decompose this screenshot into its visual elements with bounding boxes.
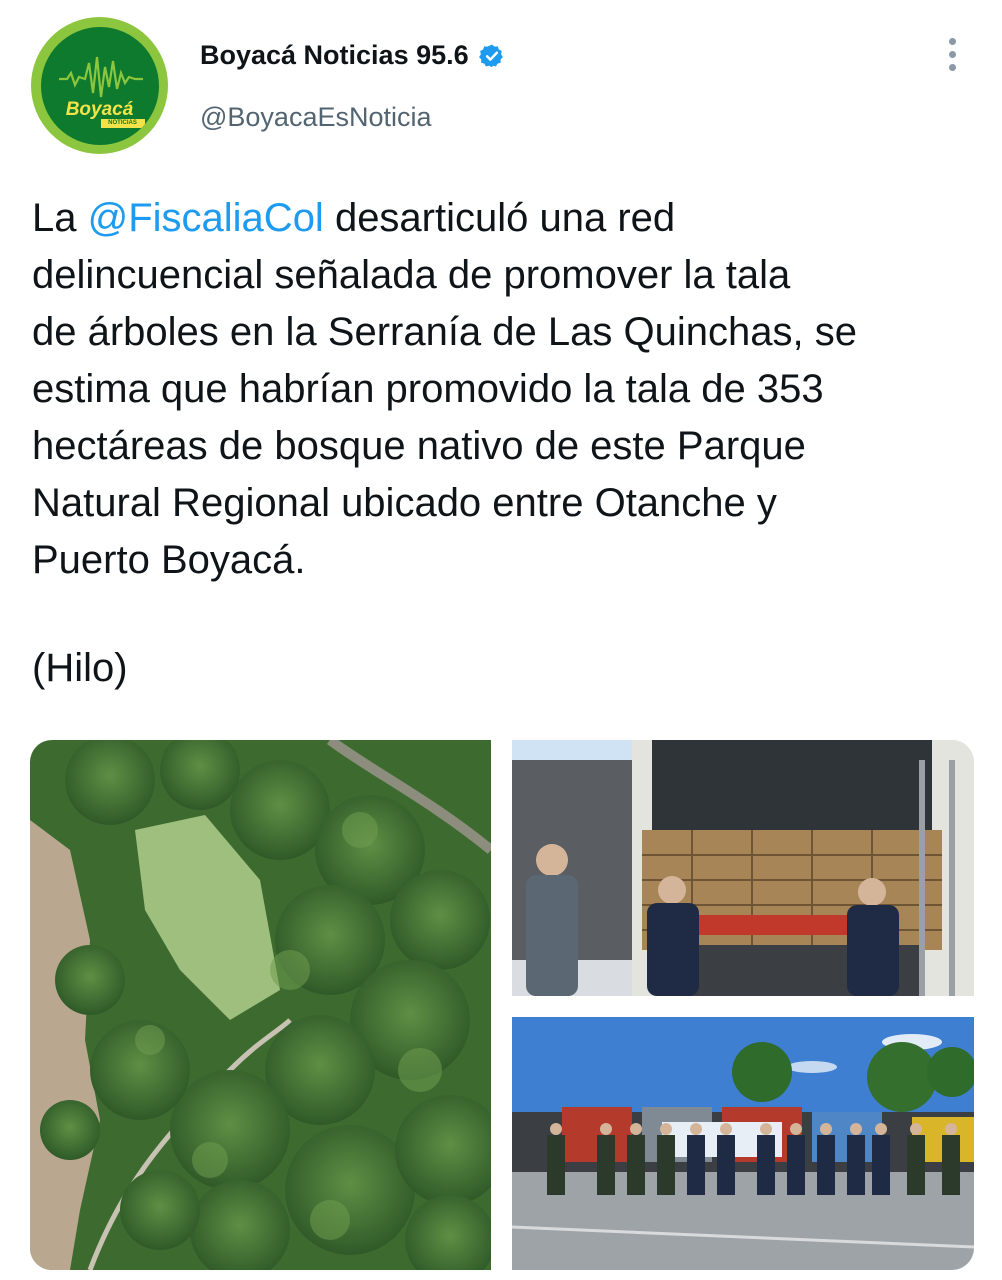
timber-truck-officers-photo[interactable] bbox=[512, 740, 974, 996]
tweet-text: La @FiscaliaCol desarticuló una red deli… bbox=[32, 190, 977, 589]
more-options-icon[interactable] bbox=[938, 38, 966, 78]
more-dot bbox=[948, 38, 956, 45]
tweet-text-body: desarticuló una red delincuencial señala… bbox=[32, 196, 857, 582]
account-handle[interactable]: @BoyacaEsNoticia bbox=[200, 102, 432, 133]
boyaca-noticias-logo: Boyacá NOTICIAS bbox=[40, 26, 159, 145]
aerial-forest-photo[interactable] bbox=[30, 740, 491, 1270]
verified-badge-icon bbox=[478, 44, 503, 67]
logo-subtext: NOTICIAS bbox=[100, 118, 145, 128]
thread-label: (Hilo) bbox=[32, 646, 128, 690]
logo-text: Boyacá bbox=[65, 98, 134, 120]
more-dot bbox=[948, 51, 956, 58]
display-name[interactable]: Boyacá Noticias 95.6 bbox=[200, 40, 469, 71]
trucks-group-photo[interactable] bbox=[512, 1017, 974, 1270]
avatar[interactable]: Boyacá NOTICIAS bbox=[31, 17, 168, 154]
account-name-row[interactable]: Boyacá Noticias 95.6 bbox=[200, 40, 505, 71]
mention-link[interactable]: @FiscaliaCol bbox=[88, 196, 324, 240]
media-grid bbox=[30, 740, 974, 1270]
tweet-text-start: La bbox=[32, 196, 88, 240]
more-dot bbox=[948, 64, 956, 71]
